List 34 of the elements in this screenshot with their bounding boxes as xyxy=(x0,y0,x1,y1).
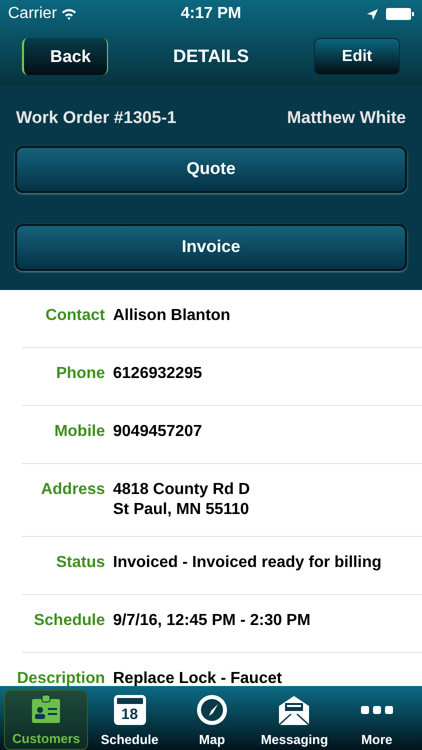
action-button[interactable]: Quote xyxy=(15,146,407,192)
tab-item[interactable]: 18 Schedule xyxy=(88,690,171,750)
screen-title: DETAILS xyxy=(173,45,249,68)
field-value: 4818 County Rd D St Paul, MN 55110 xyxy=(113,480,250,520)
field-value: 9/7/16, 12:45 PM - 2:30 PM xyxy=(113,611,310,631)
field-value: 9049457207 xyxy=(113,422,202,442)
field-label: Phone xyxy=(55,364,105,384)
field-value: Allison Blanton xyxy=(113,306,230,326)
technician-name: Matthew White xyxy=(287,107,406,129)
tab-item[interactable]: Messaging xyxy=(253,690,336,750)
field-label: Schedule xyxy=(32,611,105,631)
field-value: Replace Lock - Faucet xyxy=(113,669,282,686)
more-icon xyxy=(360,704,394,714)
battery-icon xyxy=(386,8,414,20)
field-value: Invoiced - Invoiced ready for billing xyxy=(113,553,382,573)
field-label: Address xyxy=(40,480,105,500)
envelope-icon xyxy=(277,694,312,726)
location-arrow-icon xyxy=(367,8,378,20)
field-label: Mobile xyxy=(53,422,105,442)
carrier-label: Carrier xyxy=(8,4,57,24)
work-order-number: Work Order #1305-1 xyxy=(16,107,176,129)
calendar-day: 18 xyxy=(121,706,138,722)
status-time: 4:17 PM xyxy=(180,4,242,24)
tab-item[interactable]: More xyxy=(336,690,418,750)
action-button[interactable]: Invoice xyxy=(15,224,407,270)
back-button[interactable]: Back xyxy=(22,38,108,75)
field-label: Contact xyxy=(44,306,105,326)
field-value: 6126932295 xyxy=(113,364,202,384)
edit-button[interactable]: Edit xyxy=(314,38,400,75)
wifi-icon xyxy=(60,8,77,20)
compass-icon xyxy=(196,694,228,726)
tab-item[interactable]: Map xyxy=(170,690,254,750)
field-label: Status xyxy=(55,553,105,573)
tab-item[interactable]: Customers xyxy=(4,690,88,750)
